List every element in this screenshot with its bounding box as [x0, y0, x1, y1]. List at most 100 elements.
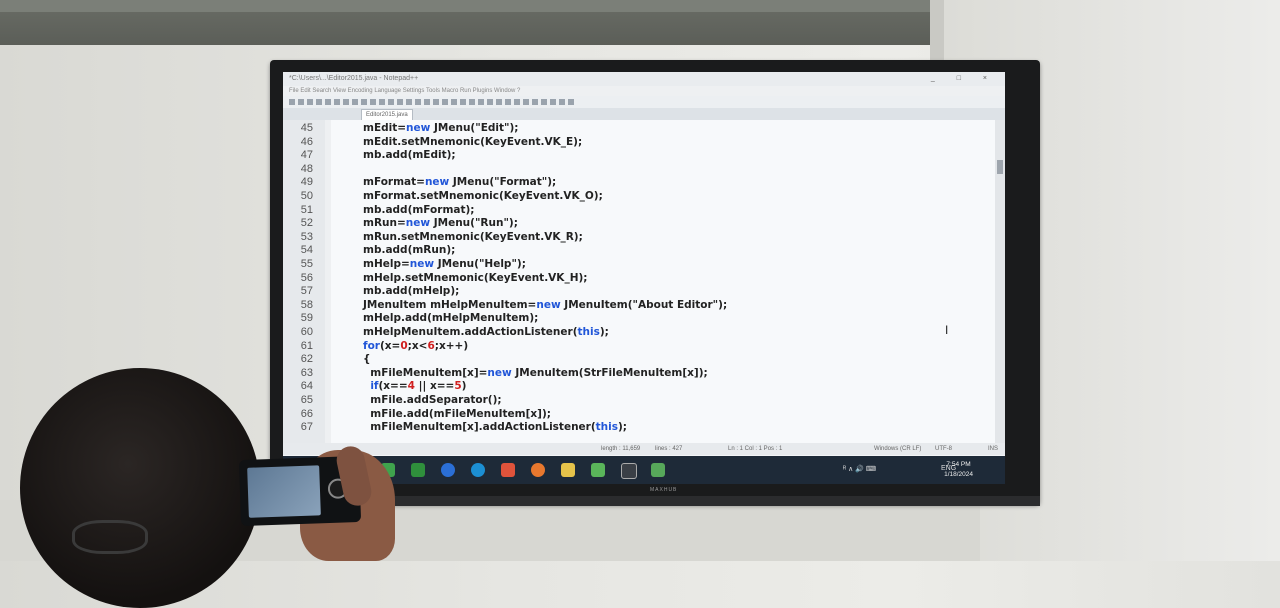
toolbar-button-icon[interactable]	[469, 99, 475, 105]
menu-item-macro[interactable]: Macro	[442, 88, 460, 94]
code-line[interactable]: 57 mb.add(mHelp);	[283, 285, 983, 299]
menu-item-window[interactable]: Window	[494, 88, 517, 94]
line-number: 49	[300, 176, 313, 189]
code-text: mb.add(mRun);	[363, 244, 455, 258]
menu-item-settings[interactable]: Settings	[403, 88, 426, 94]
menu-item-tools[interactable]: Tools	[426, 88, 442, 94]
window-controls[interactable]: _ □ ×	[931, 72, 997, 86]
line-number: 52	[300, 217, 313, 230]
vertical-scrollbar[interactable]	[995, 120, 1005, 443]
menu-item-language[interactable]: Language	[374, 88, 402, 94]
toolbar-button-icon[interactable]	[343, 99, 349, 105]
code-line[interactable]: 55 mHelp=new JMenu("Help");	[283, 258, 983, 272]
toolbar-button-icon[interactable]	[352, 99, 358, 105]
tray-icons[interactable]: ᴿ ∧ 🔊 ⌨	[843, 465, 876, 473]
toolbar-button-icon[interactable]	[424, 99, 430, 105]
code-line[interactable]: 51 mb.add(mFormat);	[283, 204, 983, 218]
code-token: mFormat.setMnemonic(KeyEvent.VK_O);	[363, 190, 603, 202]
toolbar-button-icon[interactable]	[487, 99, 493, 105]
code-token: ;x<	[407, 339, 428, 352]
code-line[interactable]: 64 if(x==4 || x==5)	[283, 380, 983, 394]
toolbar-button-icon[interactable]	[289, 99, 295, 105]
code-line[interactable]: 59 mHelp.add(mHelpMenuItem);	[283, 312, 983, 326]
excel-icon[interactable]	[411, 463, 425, 477]
code-line[interactable]: 49 mFormat=new JMenu("Format");	[283, 176, 983, 190]
code-line[interactable]: 65 mFile.addSeparator();	[283, 394, 983, 408]
toolbar-button-icon[interactable]	[541, 99, 547, 105]
code-line[interactable]: 54 mb.add(mRun);	[283, 244, 983, 258]
toolbar-button-icon[interactable]	[460, 99, 466, 105]
toolbar-button-icon[interactable]	[298, 99, 304, 105]
menu-item-edit[interactable]: Edit	[300, 88, 312, 94]
code-token: mb.add(mEdit);	[363, 149, 456, 162]
code-line[interactable]: 50 mFormat.setMnemonic(KeyEvent.VK_O);	[283, 190, 983, 204]
menu-item-view[interactable]: View	[333, 88, 348, 94]
code-line[interactable]: 67 mFileMenuItem[x].addActionListener(th…	[283, 421, 983, 435]
scrollbar-thumb[interactable]	[997, 160, 1003, 174]
toolbar-button-icon[interactable]	[361, 99, 367, 105]
code-line[interactable]: 62 {	[283, 353, 983, 367]
toolbar-button-icon[interactable]	[505, 99, 511, 105]
toolbar-button-icon[interactable]	[532, 99, 538, 105]
folder-icon[interactable]	[561, 463, 575, 477]
toolbar-button-icon[interactable]	[523, 99, 529, 105]
keyword-token: new	[536, 298, 561, 311]
line-number: 54	[300, 244, 313, 257]
toolbar-button-icon[interactable]	[406, 99, 412, 105]
toolbar-button-icon[interactable]	[334, 99, 340, 105]
toolbar-button-icon[interactable]	[397, 99, 403, 105]
firefox-icon[interactable]	[531, 463, 545, 477]
toolbar-button-icon[interactable]	[442, 99, 448, 105]
code-line[interactable]: 45 mEdit=new JMenu("Edit");	[283, 122, 983, 136]
toolbar-button-icon[interactable]	[388, 99, 394, 105]
toolbar-button-icon[interactable]	[550, 99, 556, 105]
menu-item-run[interactable]: Run	[460, 88, 473, 94]
code-line[interactable]: 60 mHelpMenuItem.addActionListener(this);	[283, 326, 983, 340]
code-line[interactable]: 66 mFile.add(mFileMenuItem[x]);	[283, 408, 983, 422]
clock-date: 1/18/2024	[944, 471, 973, 478]
code-line[interactable]: 48	[283, 163, 983, 177]
code-line[interactable]: 46 mEdit.setMnemonic(KeyEvent.VK_E);	[283, 136, 983, 150]
toolbar-button-icon[interactable]	[307, 99, 313, 105]
ie-icon[interactable]	[441, 463, 455, 477]
toolbar-button-icon[interactable]	[478, 99, 484, 105]
toolbar-button-icon[interactable]	[496, 99, 502, 105]
code-line[interactable]: 58 JMenuItem mHelpMenuItem=new JMenuItem(…	[283, 299, 983, 313]
menu-item-file[interactable]: File	[289, 88, 300, 94]
code-line[interactable]: 63 mFileMenuItem[x]=new JMenuItem(StrFil…	[283, 367, 983, 381]
toolbar-button-icon[interactable]	[379, 99, 385, 105]
menu-item-encoding[interactable]: Encoding	[348, 88, 375, 94]
clock[interactable]: 7:54 PM 1/18/2024	[944, 460, 973, 480]
code-token: JMenuItem mHelpMenuItem=	[363, 298, 537, 311]
keyword-token: for	[363, 339, 380, 352]
menu-item-plugins[interactable]: Plugins	[473, 88, 494, 94]
code-line[interactable]: 52 mRun=new JMenu("Run");	[283, 217, 983, 231]
toolbar-button-icon[interactable]	[433, 99, 439, 105]
code-line[interactable]: 61 for(x=0;x<6;x++)	[283, 340, 983, 354]
edge-icon[interactable]	[471, 463, 485, 477]
code-text: mFileMenuItem[x].addActionListener(this)…	[363, 421, 627, 435]
code-text: mHelpMenuItem.addActionListener(this);	[363, 326, 609, 340]
toolbar-button-icon[interactable]	[325, 99, 331, 105]
code-line[interactable]: 47 mb.add(mEdit);	[283, 149, 983, 163]
menu-item-search[interactable]: Search	[312, 88, 333, 94]
terminal-icon[interactable]	[621, 463, 637, 479]
toolbar-button-icon[interactable]	[514, 99, 520, 105]
code-token: JMenu("Format");	[449, 176, 557, 189]
notepadpp-icon[interactable]	[591, 463, 605, 477]
code-text: if(x==4 || x==5)	[363, 380, 466, 394]
toolbar-button-icon[interactable]	[568, 99, 574, 105]
toolbar-button-icon[interactable]	[451, 99, 457, 105]
code-text: mHelp.setMnemonic(KeyEvent.VK_H);	[363, 272, 587, 286]
code-line[interactable]: 53 mRun.setMnemonic(KeyEvent.VK_R);	[283, 231, 983, 245]
menu-item-q[interactable]: ?	[517, 88, 520, 94]
toolbar-button-icon[interactable]	[415, 99, 421, 105]
code-text: {	[363, 353, 370, 367]
toolbar-button-icon[interactable]	[316, 99, 322, 105]
toolbar-button-icon[interactable]	[370, 99, 376, 105]
toolbar-button-icon[interactable]	[559, 99, 565, 105]
app-icon[interactable]	[651, 463, 665, 477]
code-line[interactable]: 56 mHelp.setMnemonic(KeyEvent.VK_H);	[283, 272, 983, 286]
brave-icon[interactable]	[501, 463, 515, 477]
code-editor[interactable]: 45 mEdit=new JMenu("Edit"); 46 mEdit.setMne…	[283, 120, 1005, 443]
